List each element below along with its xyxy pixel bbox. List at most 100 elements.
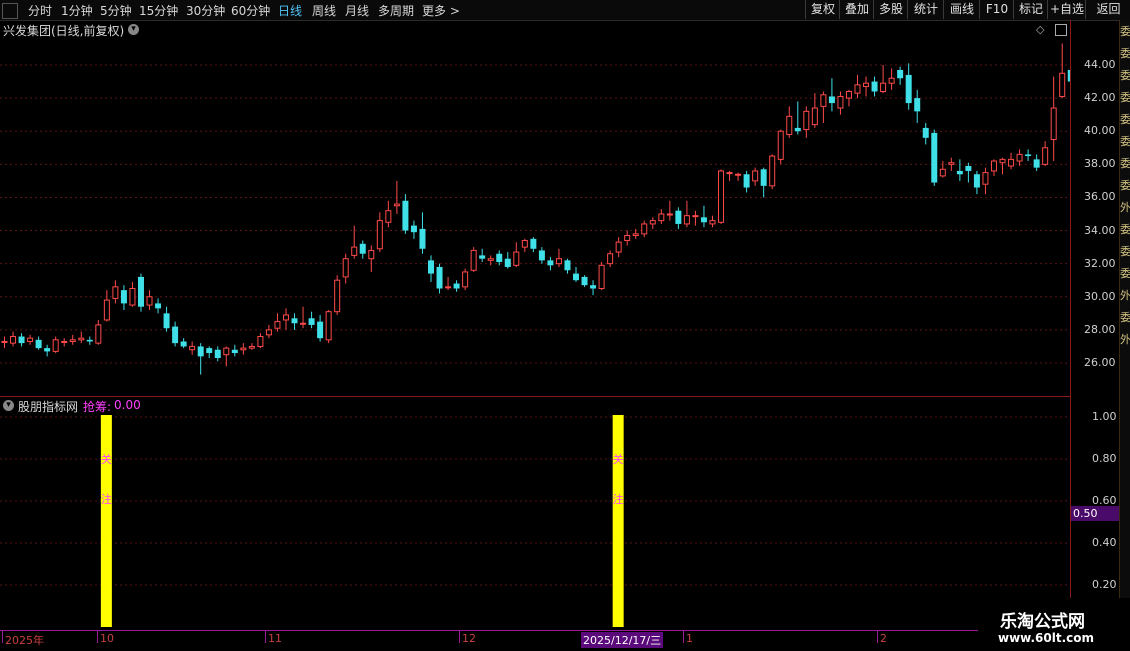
candle-up: [1016, 153, 1023, 162]
toolbar-button-2[interactable]: 多股: [873, 0, 908, 19]
side-panel-edge: 委委委委委委委委外委委委外委外: [1119, 20, 1130, 630]
candle-down: [871, 81, 878, 92]
candle-down: [760, 169, 767, 186]
candle-up: [837, 95, 844, 109]
candle-up: [709, 220, 716, 225]
signal-bar: [612, 415, 624, 627]
tab-1[interactable]: 1分钟: [61, 2, 93, 19]
candle-up: [803, 110, 810, 131]
side-panel-char: 委: [1120, 267, 1130, 280]
candle-down: [914, 98, 921, 112]
candle-up: [282, 314, 289, 321]
candle-down: [573, 273, 580, 281]
candle-down: [44, 348, 51, 352]
indicator-tick-label: 0.40: [1092, 536, 1117, 549]
side-panel-char: 委: [1120, 113, 1130, 126]
tab-2[interactable]: 5分钟: [100, 2, 132, 19]
candle-up: [641, 223, 648, 235]
price-tick-label: 30.00: [1084, 289, 1116, 303]
candle-up: [624, 235, 631, 241]
side-panel-char: 委: [1120, 223, 1130, 236]
candle-down: [530, 238, 537, 249]
candle-down: [120, 290, 127, 304]
toolbar-button-8[interactable]: 返回: [1085, 0, 1130, 19]
candle-up: [718, 170, 725, 223]
candle-up: [240, 347, 247, 351]
candle-up: [385, 210, 392, 223]
candle-up: [888, 77, 895, 84]
candle-up: [10, 336, 17, 344]
date-tick-label: 11: [268, 632, 282, 645]
candle-down: [743, 174, 750, 188]
candle-down: [402, 200, 409, 231]
candle-down: [590, 285, 597, 289]
side-panel-char: 委: [1120, 311, 1130, 324]
candle-down: [905, 74, 912, 104]
candle-up: [112, 286, 119, 299]
candle-up: [845, 90, 852, 99]
candle-down: [581, 276, 588, 286]
candle-down: [163, 313, 170, 329]
price-tick-label: 34.00: [1084, 223, 1116, 237]
candle-up: [1059, 72, 1066, 97]
candle-down: [700, 217, 707, 223]
tab-4[interactable]: 30分钟: [186, 2, 225, 19]
candle-up: [1008, 158, 1015, 167]
candle-up: [990, 160, 997, 172]
candle-down: [317, 321, 324, 339]
right-axis-line: [1070, 20, 1071, 630]
candle-up: [351, 246, 358, 256]
signal-bar-label: 注: [101, 492, 112, 506]
toolbar-button-5[interactable]: F10: [979, 0, 1014, 19]
date-tick-label: 2025年: [5, 634, 44, 647]
toolbar-button-3[interactable]: 统计: [907, 0, 944, 19]
candle-up: [248, 345, 255, 349]
candle-up: [777, 130, 784, 160]
candle-down: [155, 303, 162, 309]
date-tick-mark: [265, 631, 266, 643]
tab-7[interactable]: 周线: [312, 2, 336, 19]
tab-6[interactable]: 日线: [278, 2, 302, 19]
candle-up: [368, 249, 375, 260]
candle-up: [854, 84, 861, 94]
tab-8[interactable]: 月线: [345, 2, 369, 19]
tab-5[interactable]: 60分钟: [231, 2, 270, 19]
toolbar-button-6[interactable]: 标记: [1013, 0, 1048, 19]
candle-up: [786, 115, 793, 136]
candle-down: [172, 326, 179, 344]
candle-down: [436, 266, 443, 289]
price-tick-label: 40.00: [1084, 124, 1116, 138]
candle-up: [445, 286, 452, 289]
tab-0[interactable]: 分时: [28, 2, 52, 19]
candle-down: [428, 260, 434, 274]
candle-up: [342, 258, 349, 278]
menu-icon[interactable]: [2, 3, 18, 19]
side-panel-char: 委: [1120, 91, 1130, 104]
toolbar-button-4[interactable]: 画线: [943, 0, 980, 19]
candle-up: [632, 233, 639, 237]
candle-up: [27, 337, 34, 342]
candle-down: [197, 346, 204, 357]
toolbar-button-7[interactable]: +自选: [1047, 0, 1086, 19]
tab-3[interactable]: 15分钟: [139, 2, 178, 19]
candle-up: [999, 158, 1006, 164]
signal-bar-label: 关: [613, 452, 624, 466]
toolbar-button-0[interactable]: 复权: [805, 0, 840, 19]
tab-9[interactable]: 多周期: [378, 2, 414, 19]
candle-up: [521, 239, 528, 248]
price-tick-label: 36.00: [1084, 190, 1116, 204]
candle-up: [752, 170, 759, 182]
price-tick-label: 44.00: [1084, 58, 1116, 71]
candle-down: [564, 260, 571, 271]
candle-down: [922, 127, 929, 138]
toolbar-button-1[interactable]: 叠加: [839, 0, 874, 19]
indicator-tick-label: 1.00: [1092, 410, 1117, 423]
side-panel-char: 外: [1120, 289, 1130, 302]
candle-down: [794, 127, 801, 132]
candle-up: [52, 339, 59, 352]
tab-10[interactable]: 更多 >: [422, 2, 460, 19]
candle-up: [300, 322, 307, 325]
candle-up: [982, 172, 989, 185]
candle-up: [598, 264, 605, 289]
candle-down: [359, 243, 366, 254]
